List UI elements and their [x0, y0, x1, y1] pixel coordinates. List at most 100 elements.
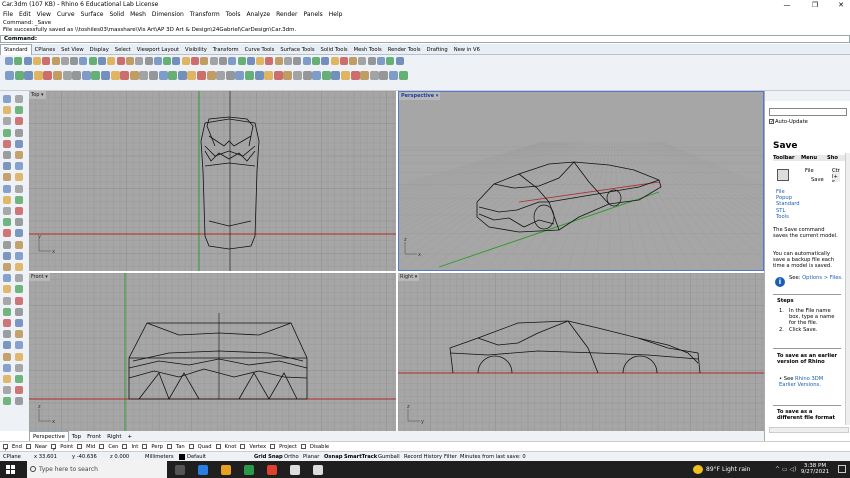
tool-icon[interactable]	[15, 319, 23, 327]
tool-icon[interactable]	[3, 240, 11, 249]
minimize-button[interactable]: —	[778, 0, 796, 10]
menu-analyze[interactable]: Analyze	[243, 10, 273, 20]
close-button[interactable]: ✕	[832, 0, 850, 10]
tool-icon[interactable]	[3, 151, 11, 159]
tool-icon[interactable]	[3, 162, 11, 171]
toolbar-icon[interactable]	[339, 57, 348, 65]
toolbar-icon[interactable]	[311, 57, 320, 65]
toolbar-icon[interactable]	[32, 57, 41, 65]
menu-view[interactable]: View	[34, 10, 54, 20]
tab-viewport-layout[interactable]: Viewport Layout	[134, 45, 182, 55]
osnap-checkbox[interactable]	[300, 444, 306, 449]
toolbar-icon[interactable]	[228, 57, 237, 65]
tab-curve-tools[interactable]: Curve Tools	[242, 45, 278, 55]
toolbar-icon[interactable]	[81, 71, 91, 80]
toolbar-icon[interactable]	[91, 71, 101, 80]
maximize-button[interactable]: ❐	[806, 0, 824, 10]
tool-icon[interactable]	[15, 307, 23, 316]
tool-icon[interactable]	[15, 375, 23, 383]
osnap-checkbox[interactable]	[270, 444, 276, 449]
menu-dimension[interactable]: Dimension	[149, 10, 187, 20]
viewport-perspective[interactable]: x z Perspective ▾	[398, 91, 764, 271]
toolbar-icon[interactable]	[225, 71, 235, 80]
tool-icon[interactable]	[15, 397, 23, 406]
osnap-checkbox[interactable]: ✓	[3, 444, 8, 453]
windows-start-icon[interactable]	[6, 465, 15, 474]
viewport-front[interactable]: x z Front ▾	[29, 273, 396, 431]
toolbar-icon[interactable]	[101, 71, 110, 80]
auto-update-checkbox[interactable]: ✓	[769, 119, 774, 125]
tool-icon[interactable]	[15, 106, 23, 115]
toolbar-icon[interactable]	[197, 71, 206, 80]
taskbar-search-input[interactable]: Type here to search	[27, 461, 167, 478]
tab-visibility[interactable]: Visibility	[182, 45, 210, 55]
toolbar-icon[interactable]	[177, 71, 187, 80]
toolbar-icon[interactable]	[395, 57, 404, 65]
tool-icon[interactable]	[3, 274, 11, 283]
options-files-link[interactable]: Options > Files.	[802, 275, 843, 281]
menu-help[interactable]: Help	[326, 10, 346, 20]
menu-panels[interactable]: Panels	[300, 10, 325, 20]
tool-icon[interactable]	[3, 352, 11, 361]
tool-icon[interactable]	[3, 173, 11, 182]
toolbar-icon[interactable]	[79, 57, 88, 65]
toolbar-icon[interactable]	[181, 57, 190, 65]
menu-edit[interactable]: Edit	[16, 10, 34, 20]
toolbar-icon[interactable]	[129, 71, 139, 80]
viewport-label-perspective[interactable]: Perspective ▾	[399, 92, 441, 100]
toolbar-icon[interactable]	[283, 71, 293, 80]
toolbar-icon[interactable]	[110, 71, 120, 80]
toolbar-icon[interactable]	[42, 57, 51, 65]
tool-icon[interactable]	[3, 218, 11, 227]
tool-icon[interactable]	[15, 218, 23, 227]
menu-surface[interactable]: Surface	[78, 10, 107, 20]
taskbar-app-icon[interactable]	[313, 465, 323, 475]
viewport-right[interactable]: y z Right ▾	[398, 273, 764, 431]
tool-icon[interactable]	[3, 229, 11, 238]
tool-icon[interactable]	[3, 330, 11, 339]
toolbar-icon[interactable]	[72, 71, 82, 80]
toolbar-icon[interactable]	[389, 71, 398, 80]
toolbar-icon[interactable]	[367, 57, 376, 65]
tool-icon[interactable]	[15, 274, 23, 283]
tool-icon[interactable]	[15, 296, 23, 305]
tray-icons[interactable]: ^ ▭ ◁)	[775, 461, 796, 478]
tool-icon[interactable]	[3, 307, 11, 316]
tool-icon[interactable]	[15, 240, 23, 249]
tool-icon[interactable]	[15, 363, 23, 372]
osnap-checkbox[interactable]	[166, 444, 172, 449]
tool-icon[interactable]	[3, 285, 11, 294]
toolbar-icon[interactable]	[120, 71, 130, 80]
tool-icon[interactable]	[15, 128, 23, 137]
menu-mesh[interactable]: Mesh	[127, 10, 149, 20]
auto-update[interactable]: ✓Auto-Update	[769, 119, 808, 125]
tab-transform[interactable]: Transform	[210, 45, 242, 55]
tool-icon[interactable]	[15, 285, 23, 294]
toolbar-icon[interactable]	[245, 71, 254, 80]
toolbar-icon[interactable]	[398, 71, 408, 80]
tool-icon[interactable]	[15, 251, 23, 260]
toolbar-icon[interactable]	[158, 71, 168, 80]
toolbar-icon[interactable]	[23, 57, 32, 65]
toolbar-icon[interactable]	[163, 57, 172, 65]
tool-icon[interactable]	[3, 117, 11, 126]
osnap-checkbox[interactable]	[99, 444, 105, 449]
tool-icon[interactable]	[3, 363, 11, 372]
panel-tabs[interactable]	[765, 91, 850, 101]
clock[interactable]: 3:38 PM 9/27/2021	[800, 463, 830, 475]
toolbar-icon[interactable]	[379, 71, 389, 80]
toolbar-icon[interactable]	[302, 57, 311, 65]
tool-icon[interactable]	[15, 263, 23, 271]
notifications-icon[interactable]	[838, 465, 846, 473]
vertical-scrollbar[interactable]	[845, 153, 850, 425]
toolbar-icon[interactable]	[51, 57, 60, 65]
tool-icon[interactable]	[3, 128, 11, 137]
tool-icon[interactable]	[15, 352, 23, 361]
taskbar-app-icon[interactable]	[221, 465, 231, 475]
toolbar-icon[interactable]	[265, 57, 274, 65]
toolbar-icon[interactable]	[116, 57, 125, 65]
toolbar-icon[interactable]	[321, 71, 331, 80]
taskbar-app-icon[interactable]	[290, 465, 300, 475]
tool-icon[interactable]	[3, 296, 11, 305]
toolbar-icon[interactable]	[273, 71, 283, 80]
